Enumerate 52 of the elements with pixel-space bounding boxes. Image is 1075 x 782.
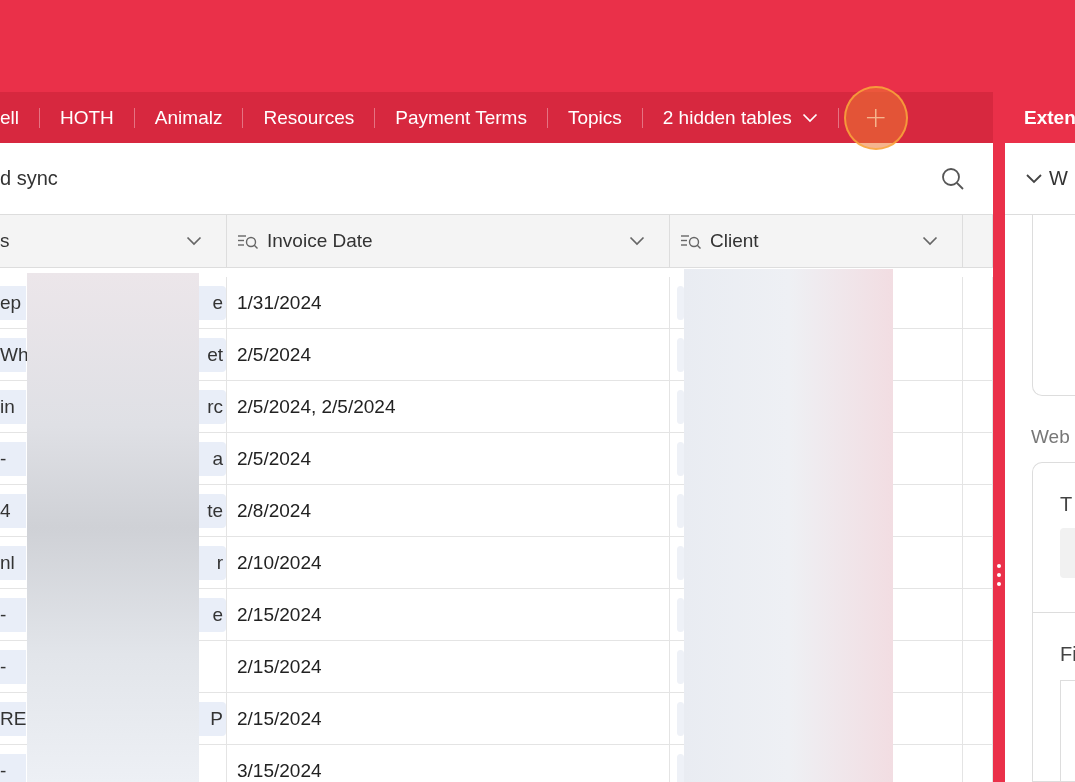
- column-header[interactable]: Invoice Date: [227, 215, 670, 267]
- table-cell: 2/15/2024: [227, 589, 670, 640]
- linked-record-chip[interactable]: ep: [0, 285, 26, 320]
- chevron-down-icon: [629, 236, 645, 246]
- linked-record-chip[interactable]: et: [199, 337, 226, 372]
- linked-record-chip[interactable]: RE: [0, 701, 26, 736]
- linked-record-chip[interactable]: nl: [0, 545, 26, 580]
- panel-title: Exten: [1024, 106, 1075, 129]
- linked-record-chip[interactable]: e: [199, 285, 226, 320]
- hidden-tables-dropdown[interactable]: 2 hidden tables: [660, 106, 820, 129]
- table-tab[interactable]: HOTH: [58, 106, 116, 129]
- table-cell: 2/8/2024: [227, 485, 670, 536]
- chevron-down-icon: [922, 236, 938, 246]
- search-icon[interactable]: [941, 166, 965, 191]
- lookup-field-icon: [680, 233, 702, 249]
- table-cell: 2/15/2024: [227, 693, 670, 744]
- table-tab[interactable]: ell: [0, 106, 21, 129]
- search-text: d sync: [0, 167, 58, 190]
- column-header[interactable]: s: [0, 215, 227, 267]
- lookup-field-icon: [237, 233, 259, 249]
- linked-record-chip[interactable]: Wh: [0, 337, 26, 372]
- column-header[interactable]: Client: [670, 215, 963, 267]
- chevron-down-icon: [801, 112, 818, 123]
- table-tab[interactable]: Topics: [565, 106, 624, 129]
- table-tab[interactable]: Payment Terms: [393, 106, 529, 129]
- table-cell: 2/5/2024: [227, 433, 670, 484]
- linked-record-chip[interactable]: r: [199, 545, 226, 580]
- table-cell: 2/15/2024: [227, 641, 670, 692]
- linked-record-chip[interactable]: -: [0, 753, 26, 782]
- linked-record-chip[interactable]: 4: [0, 493, 26, 528]
- linked-record-chip[interactable]: -: [0, 441, 26, 476]
- table-cell: 1/31/2024: [227, 277, 670, 328]
- table-cell: 2/5/2024: [227, 329, 670, 380]
- table-cell: 2/10/2024: [227, 537, 670, 588]
- linked-record-chip[interactable]: -: [0, 597, 26, 632]
- chevron-down-icon: [186, 236, 202, 246]
- field-label: T: [1060, 493, 1074, 516]
- linked-record-chip[interactable]: in: [0, 389, 26, 424]
- section-label: Web: [1031, 426, 1071, 448]
- linked-record-chip[interactable]: -: [0, 649, 26, 684]
- table-cell: 3/15/2024: [227, 745, 670, 782]
- linked-record-chip[interactable]: P: [199, 701, 226, 736]
- table-tab[interactable]: Resources: [261, 106, 357, 129]
- field-label: Fi: [1060, 643, 1075, 666]
- linked-record-chip[interactable]: rc: [199, 389, 226, 424]
- section-title[interactable]: W: [1049, 167, 1068, 190]
- linked-record-chip[interactable]: te: [199, 493, 226, 528]
- chevron-down-icon[interactable]: [1025, 172, 1043, 185]
- table-tab[interactable]: Animalz: [152, 106, 225, 129]
- linked-record-chip[interactable]: e: [199, 597, 226, 632]
- table-cell: 2/5/2024, 2/5/2024: [227, 381, 670, 432]
- linked-record-chip[interactable]: a: [199, 441, 226, 476]
